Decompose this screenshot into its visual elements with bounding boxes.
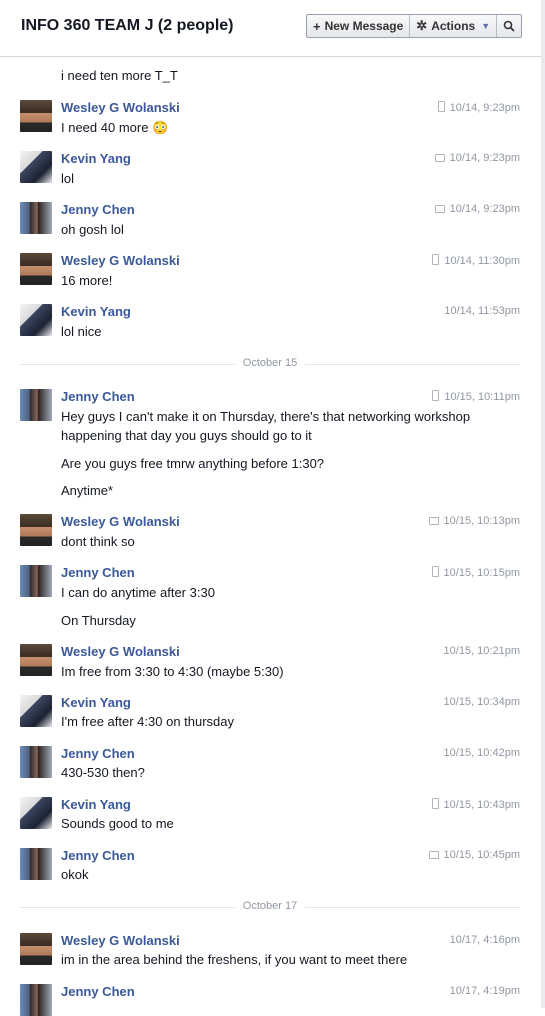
avatar[interactable] <box>20 695 52 727</box>
message-text: On Thursday <box>61 613 136 628</box>
date-divider: October 15 <box>20 357 520 371</box>
message-text: I need 40 more 😳 <box>61 120 169 135</box>
avatar[interactable] <box>20 933 52 965</box>
avatar[interactable] <box>20 644 52 676</box>
avatar[interactable] <box>20 514 52 546</box>
sender-name[interactable]: Wesley G Wolanski <box>61 253 180 268</box>
sender-name[interactable]: Kevin Yang <box>61 304 131 319</box>
timestamp: 10/15, 10:34pm <box>443 696 520 708</box>
mobile-icon <box>432 254 440 265</box>
sender-name[interactable]: Wesley G Wolanski <box>61 644 180 659</box>
timestamp: 10/15, 10:21pm <box>443 645 520 657</box>
conversation-header: INFO 360 TEAM J (2 people) + New Message… <box>0 0 541 57</box>
timestamp: 10/15, 10:15pm <box>431 566 520 579</box>
timestamp: 10/14, 9:23pm <box>434 203 520 215</box>
avatar[interactable] <box>20 253 52 285</box>
message-text: dont think so <box>61 534 135 549</box>
sender-name[interactable]: Jenny Chen <box>61 389 135 404</box>
date-divider-label: October 15 <box>234 357 306 369</box>
sender-name[interactable]: Wesley G Wolanski <box>61 514 180 529</box>
message-text: lol nice <box>61 324 102 339</box>
timestamp: 10/15, 10:43pm <box>431 798 520 811</box>
timestamp: 10/14, 9:23pm <box>434 152 520 164</box>
sender-name[interactable]: Kevin Yang <box>61 797 131 812</box>
new-message-label: New Message <box>324 19 404 33</box>
gear-icon: ✲ <box>416 18 428 33</box>
message-text: im in the area behind the freshens, if y… <box>61 952 408 967</box>
sender-name[interactable]: Jenny Chen <box>61 984 135 999</box>
chat-icon <box>428 851 439 859</box>
message-text: i need ten more T_T <box>61 68 178 83</box>
timestamp: 10/14, 9:23pm <box>437 101 520 114</box>
avatar[interactable] <box>20 984 52 1016</box>
chat-icon <box>434 154 445 162</box>
mobile-icon <box>432 390 440 401</box>
search-button[interactable] <box>496 15 521 37</box>
message-text: okok <box>61 867 89 882</box>
plus-icon: + <box>313 18 321 34</box>
mobile-icon <box>431 566 439 577</box>
sender-name[interactable]: Wesley G Wolanski <box>61 933 180 948</box>
chat-icon <box>434 205 445 213</box>
message-text: Im free from 3:30 to 4:30 (maybe 5:30) <box>61 664 284 679</box>
timestamp: 10/15, 10:11pm <box>432 390 520 403</box>
message-text: Sounds good to me <box>61 816 174 831</box>
timestamp: 10/15, 10:45pm <box>428 849 520 861</box>
date-divider-label: October 17 <box>234 900 306 912</box>
header-button-group: + New Message ✲ Actions ▼ <box>306 14 523 38</box>
avatar[interactable] <box>20 565 52 597</box>
avatar[interactable] <box>20 100 52 132</box>
new-message-button[interactable]: + New Message <box>307 15 409 37</box>
message-text: Are you guys free tmrw anything before 1… <box>61 456 325 471</box>
avatar[interactable] <box>20 797 52 829</box>
message-text: 430-530 then? <box>61 765 145 780</box>
timestamp: 10/14, 11:53pm <box>444 305 520 317</box>
avatar[interactable] <box>20 304 52 336</box>
timestamp: 10/17, 4:19pm <box>449 985 520 997</box>
timestamp: 10/14, 11:30pm <box>432 254 520 267</box>
search-icon <box>503 20 515 32</box>
avatar[interactable] <box>20 389 52 421</box>
conversation-title: INFO 360 TEAM J (2 people) <box>21 17 234 34</box>
sender-name[interactable]: Wesley G Wolanski <box>61 100 180 115</box>
sender-name[interactable]: Jenny Chen <box>61 565 135 580</box>
timestamp: 10/15, 10:13pm <box>428 515 520 527</box>
chat-icon <box>428 517 439 525</box>
scrollbar[interactable] <box>541 0 545 1008</box>
mobile-icon <box>437 101 445 112</box>
message-text: 16 more! <box>61 273 113 288</box>
message-text: Hey guys I can't make it on Thursday, th… <box>61 409 471 443</box>
message-text: I'm free after 4:30 on thursday <box>61 714 235 729</box>
message-text: Anytime* <box>61 483 114 498</box>
actions-button[interactable]: ✲ Actions ▼ <box>409 15 496 37</box>
timestamp: 10/17, 4:16pm <box>449 934 520 946</box>
timestamp: 10/15, 10:42pm <box>443 747 520 759</box>
actions-label: Actions <box>431 19 476 33</box>
sender-name[interactable]: Jenny Chen <box>61 746 135 761</box>
message-text: I can do anytime after 3:30 <box>61 585 215 600</box>
avatar[interactable] <box>20 746 52 778</box>
avatar[interactable] <box>20 202 52 234</box>
message-text: oh gosh lol <box>61 222 124 237</box>
mobile-icon <box>431 798 439 809</box>
avatar[interactable] <box>20 848 52 880</box>
sender-name[interactable]: Kevin Yang <box>61 695 131 710</box>
date-divider: October 17 <box>20 900 520 914</box>
message-text: lol <box>61 171 75 186</box>
chevron-down-icon: ▼ <box>481 21 491 31</box>
sender-name[interactable]: Kevin Yang <box>61 151 131 166</box>
sender-name[interactable]: Jenny Chen <box>61 202 135 217</box>
sender-name[interactable]: Jenny Chen <box>61 848 135 863</box>
avatar[interactable] <box>20 151 52 183</box>
